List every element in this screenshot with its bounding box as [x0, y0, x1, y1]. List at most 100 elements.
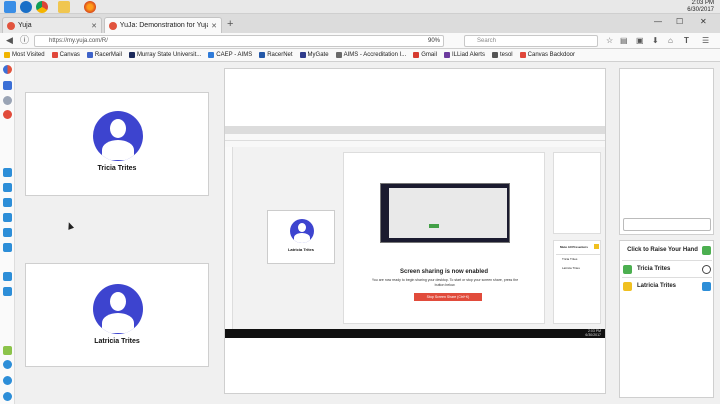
- box-icon[interactable]: [3, 287, 12, 296]
- tab-yuja-demonstration[interactable]: YuJa: Demonstration for Yuja ✕: [104, 17, 222, 33]
- close-icon[interactable]: ✕: [91, 22, 97, 30]
- home-icon[interactable]: ⌂: [668, 36, 673, 45]
- toolbar-t-icon[interactable]: T: [684, 36, 689, 45]
- bookmark-item[interactable]: AIMS - Accreditation I...: [335, 52, 407, 58]
- star-icon[interactable]: ☆: [606, 36, 613, 45]
- new-tab-button[interactable]: +: [227, 18, 233, 30]
- stop-screen-share-button[interactable]: Stop Screen Share (Ctrl+K): [414, 293, 482, 301]
- participant-name: Latricia Trites: [287, 247, 314, 252]
- screen-share-preview: [380, 183, 510, 243]
- participant-tile[interactable]: Tricia Trites: [25, 92, 209, 196]
- bookmark-label: CAEP - AIMS: [216, 52, 253, 58]
- raise-hand-label: Click to Raise Your Hand: [627, 247, 698, 253]
- bookmark-icon: [299, 52, 306, 58]
- menu-icon[interactable]: ☰: [702, 36, 709, 45]
- tab-label: Yuja: [18, 22, 32, 29]
- participant-name: Tricia Trites: [97, 165, 137, 172]
- gear-icon[interactable]: [3, 360, 12, 369]
- bookmark-icon: [413, 52, 420, 58]
- lock-icon[interactable]: ▣: [636, 36, 644, 45]
- raise-hand-button[interactable]: Click to Raise Your Hand: [623, 243, 711, 257]
- back-icon[interactable]: ◀: [6, 35, 13, 46]
- exit-icon[interactable]: [3, 392, 12, 401]
- bookmark-label: Canvas Backdoor: [527, 52, 576, 58]
- screen-share-heading: Screen sharing is now enabled: [399, 269, 489, 275]
- close-window-button[interactable]: ✕: [700, 17, 707, 26]
- chat-input[interactable]: [623, 218, 711, 231]
- url-bar[interactable]: https://my.yuja.com/R/: [34, 35, 444, 47]
- whiteboard-icon[interactable]: [3, 213, 12, 222]
- help-icon[interactable]: [3, 376, 12, 385]
- clock-date: 6/30/2017: [687, 7, 714, 13]
- user-avatar-icon: [290, 219, 314, 243]
- bookmark-item[interactable]: Gmail: [413, 52, 437, 58]
- bookmark-icon: [519, 52, 526, 58]
- zoom-level[interactable]: 90%: [428, 36, 440, 46]
- bookmark-item[interactable]: Canvas Backdoor: [519, 52, 576, 58]
- shared-left-toolbar: [225, 147, 233, 329]
- user-icon: [702, 264, 711, 274]
- shared-nav-bar: [225, 134, 605, 141]
- bookmark-item[interactable]: Canvas: [51, 52, 80, 58]
- maximize-button[interactable]: ☐: [676, 17, 683, 26]
- screen-share-icon: [702, 281, 711, 291]
- minimize-button[interactable]: —: [654, 17, 662, 26]
- divider: [622, 260, 712, 261]
- media-icon[interactable]: [3, 228, 12, 237]
- url-text: https://my.yuja.com/R/: [49, 38, 108, 44]
- search-input[interactable]: Search: [464, 35, 598, 47]
- bookmark-label: MyGate: [307, 52, 329, 58]
- chrome-icon[interactable]: [36, 1, 48, 13]
- participant-row[interactable]: Latricia Trites: [623, 279, 711, 293]
- bookmark-icon: [51, 52, 58, 58]
- windows-icon[interactable]: [4, 1, 16, 13]
- speaker-icon[interactable]: [3, 81, 12, 90]
- bookmark-item[interactable]: ILLiad Alerts: [443, 52, 485, 58]
- bookmark-item[interactable]: CAEP - AIMS: [208, 52, 252, 58]
- explorer-icon[interactable]: [20, 1, 32, 13]
- bookmark-label: RacerNet: [267, 52, 293, 58]
- shared-list-title: Mute All Presenters: [560, 245, 588, 249]
- reader-icon[interactable]: ▤: [620, 36, 628, 45]
- bookmark-item[interactable]: Murray State Universit...: [128, 52, 202, 58]
- document-icon[interactable]: [3, 198, 12, 207]
- bookmark-label: Murray State Universit...: [136, 52, 202, 58]
- chat-icon[interactable]: [3, 243, 12, 252]
- shared-bookmarks: [225, 141, 605, 147]
- system-clock[interactable]: 2:03 PM 6/30/2017: [687, 0, 714, 14]
- shared-right-panel: [553, 152, 601, 234]
- folder-icon[interactable]: [58, 1, 70, 13]
- bookmark-label: Most Visited: [12, 52, 45, 58]
- tab-yuja[interactable]: Yuja ✕: [2, 17, 102, 33]
- screen-icon[interactable]: [3, 183, 12, 192]
- bookmark-label: Canvas: [59, 52, 80, 58]
- participant-tile[interactable]: Latricia Trites: [25, 263, 209, 367]
- participant-row[interactable]: Tricia Trites: [623, 262, 711, 276]
- browser-tab-bar: Yuja ✕ YuJa: Demonstration for Yuja ✕ + …: [0, 14, 720, 33]
- download-icon[interactable]: ⬇: [652, 36, 659, 45]
- bookmark-icon: [335, 52, 342, 58]
- close-icon[interactable]: ✕: [211, 22, 217, 30]
- yuja-favicon-icon: [7, 21, 15, 30]
- bookmark-label: Gmail: [421, 52, 437, 58]
- user-avatar-icon: [93, 111, 143, 161]
- people-icon[interactable]: [3, 272, 12, 281]
- bookmark-item[interactable]: tesol: [491, 52, 513, 58]
- bookmark-item[interactable]: RacerNet: [259, 52, 293, 58]
- bookmark-item[interactable]: Most Visited: [4, 52, 45, 58]
- bookmark-icon: [259, 52, 266, 58]
- record-icon[interactable]: [3, 110, 12, 119]
- firefox-icon[interactable]: [84, 1, 96, 13]
- camera-icon[interactable]: [3, 168, 12, 177]
- bookmarks-bar: Most Visited Canvas RacerMail Murray State …: [0, 49, 720, 62]
- signal-icon[interactable]: [3, 346, 12, 355]
- bookmark-label: AIMS - Accreditation I...: [343, 52, 407, 58]
- yuja-logo-icon[interactable]: [3, 65, 12, 74]
- bookmark-icon: [208, 52, 215, 58]
- info-icon[interactable]: ⓘ: [20, 35, 29, 46]
- settings-icon[interactable]: [3, 96, 12, 105]
- bookmark-item[interactable]: RacerMail: [86, 52, 122, 58]
- tab-label: YuJa: Demonstration for Yuja: [119, 22, 209, 29]
- bookmark-item[interactable]: MyGate: [299, 52, 329, 58]
- participant-name: Latricia Trites: [637, 283, 677, 289]
